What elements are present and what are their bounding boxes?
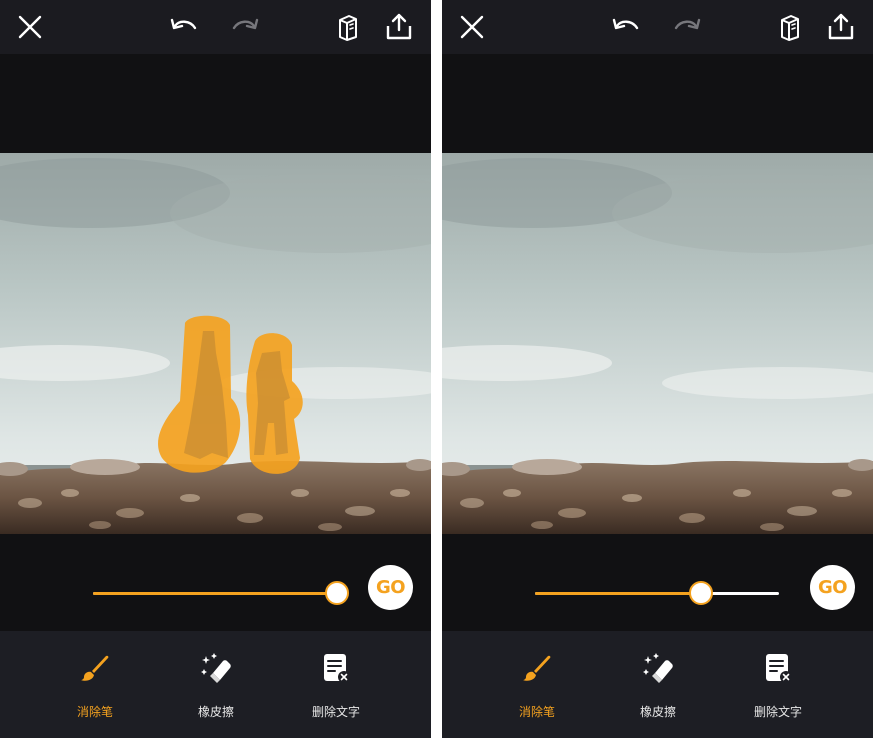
pebble-beach [442,461,873,534]
top-toolbar [442,0,873,54]
tool-eraser[interactable]: 橡皮擦 [598,631,718,738]
remove-text-icon [761,651,795,685]
book-compare-icon[interactable] [332,11,364,43]
book-compare-icon[interactable] [774,11,806,43]
share-upload-icon[interactable] [825,11,857,43]
tool-label: 橡皮擦 [197,705,234,719]
share-upload-icon[interactable] [383,11,415,43]
tool-remove-text[interactable]: 删除文字 [276,631,396,738]
remove-text-icon [319,651,353,685]
tool-label: 消除笔 [518,705,555,719]
eraser-magic-icon [199,651,233,685]
brush-size-slider[interactable] [93,581,349,605]
go-button[interactable]: GO [368,565,413,610]
tool-remove-brush[interactable]: 消除笔 [35,631,155,738]
undo-icon[interactable] [610,11,642,43]
tool-label: 删除文字 [311,705,360,719]
brush-icon [78,651,112,685]
tool-remove-text[interactable]: 删除文字 [718,631,838,738]
close-icon[interactable] [456,11,488,43]
slider-knob[interactable] [688,581,713,605]
editor-panel-before: GO 消除笔 橡皮擦 删除文字 [0,0,431,738]
bottom-toolbar: 消除笔 橡皮擦 删除文字 [0,631,431,738]
brush-size-row: GO [442,534,873,631]
go-button[interactable]: GO [810,565,855,610]
tool-label: 删除文字 [753,705,802,719]
photo-canvas[interactable] [0,153,431,534]
brush-size-slider[interactable] [535,581,779,605]
top-toolbar [0,0,431,54]
photo-canvas[interactable] [442,153,873,534]
bottom-toolbar: 消除笔 橡皮擦 删除文字 [442,631,873,738]
editor-panel-after: GO 消除笔 橡皮擦 删除文字 [442,0,873,738]
undo-icon[interactable] [168,11,200,43]
pebble-beach [0,461,431,534]
redo-icon[interactable] [229,11,261,43]
tool-eraser[interactable]: 橡皮擦 [156,631,276,738]
brush-size-row: GO [0,534,431,631]
brush-icon [520,651,554,685]
tool-label: 橡皮擦 [639,705,676,719]
close-icon[interactable] [14,11,46,43]
tool-label: 消除笔 [76,705,113,719]
slider-fill [93,592,337,595]
slider-fill [535,592,701,595]
redo-icon[interactable] [671,11,703,43]
slider-knob[interactable] [325,581,349,605]
tool-remove-brush[interactable]: 消除笔 [477,631,597,738]
eraser-magic-icon [641,651,675,685]
